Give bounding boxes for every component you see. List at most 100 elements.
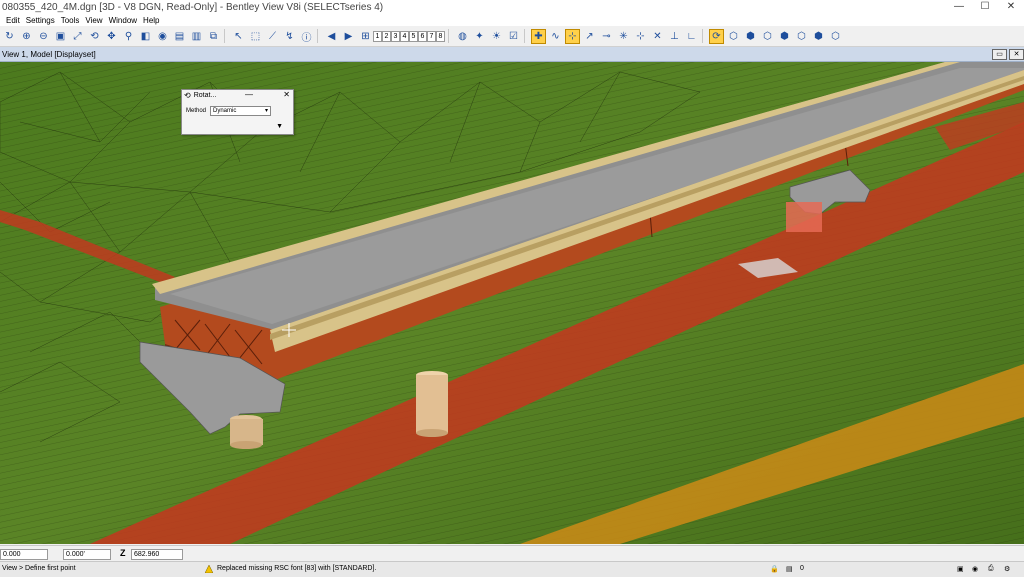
- minimize-button[interactable]: —: [946, 0, 972, 14]
- view-2-button[interactable]: 2: [382, 30, 391, 42]
- center-snap-icon[interactable]: ✳: [616, 29, 631, 44]
- view-close-button[interactable]: ✕: [1009, 49, 1024, 60]
- camera-icon[interactable]: ◉: [155, 29, 170, 44]
- view-attributes-icon[interactable]: ▤: [172, 29, 187, 44]
- front-view-icon[interactable]: ⬢: [743, 29, 758, 44]
- view-4-button[interactable]: 4: [400, 30, 409, 42]
- dialog-close-button[interactable]: ✕: [283, 90, 290, 99]
- perpendicular-snap-icon[interactable]: ∟: [684, 29, 699, 44]
- status-message[interactable]: Replaced missing RSC font [83] with [STA…: [217, 565, 376, 572]
- design-history-icon[interactable]: ◉: [972, 565, 978, 573]
- toolbar-separator: [524, 29, 529, 43]
- level-icon[interactable]: ▤: [786, 565, 793, 573]
- menu-bar: Edit Settings Tools View Window Help: [0, 14, 1024, 26]
- menu-edit[interactable]: Edit: [6, 16, 20, 25]
- settings-icon[interactable]: ⚙: [1004, 565, 1010, 573]
- iso-view-icon[interactable]: ⬢: [777, 29, 792, 44]
- print-icon[interactable]: ⎙: [988, 565, 994, 573]
- toolbar-separator: [448, 29, 453, 43]
- warning-icon: [205, 565, 213, 573]
- y-coordinate-field[interactable]: 0.000': [63, 549, 111, 560]
- z-coordinate-field[interactable]: 682.960: [131, 549, 183, 560]
- view-3-button[interactable]: 3: [391, 30, 400, 42]
- walk-icon[interactable]: ⚲: [121, 29, 136, 44]
- menu-help[interactable]: Help: [143, 16, 159, 25]
- menu-settings[interactable]: Settings: [26, 16, 55, 25]
- window-controls: — ☐ ✕: [946, 0, 1024, 14]
- method-select[interactable]: Dynamic ▾: [210, 106, 271, 116]
- view-1-button[interactable]: 1: [373, 30, 382, 42]
- rotate-view-dialog: ⟲ Rotat... — ✕ Method Dynamic ▾ ▼: [181, 89, 294, 135]
- save-status-icon[interactable]: ▣: [957, 565, 964, 573]
- expand-dialog-button[interactable]: ▼: [276, 123, 283, 130]
- tangent-snap-icon[interactable]: ⊥: [667, 29, 682, 44]
- curve-snap-icon[interactable]: ∿: [548, 29, 563, 44]
- snap-mode-icon[interactable]: ✚: [531, 28, 546, 44]
- lock-icon[interactable]: 🔒: [770, 565, 779, 573]
- view-previous-icon[interactable]: ◧: [138, 29, 153, 44]
- select-element-icon[interactable]: ↖: [231, 29, 246, 44]
- window-area-icon[interactable]: ▣: [53, 29, 68, 44]
- chevron-down-icon: ▾: [264, 108, 268, 114]
- back-view-icon[interactable]: ⬢: [811, 29, 826, 44]
- copy-view-icon[interactable]: ⧉: [206, 29, 221, 44]
- keypoint-snap-icon[interactable]: ⊹: [565, 28, 580, 44]
- toolbar-separator: [702, 29, 707, 43]
- view-8-button[interactable]: 8: [436, 30, 445, 42]
- rotate-view-icon[interactable]: ⟲: [87, 29, 102, 44]
- analyze-icon[interactable]: ↯: [282, 29, 297, 44]
- tool-prompt: View > Define first point: [2, 565, 76, 572]
- info-icon[interactable]: ⓘ: [299, 29, 314, 44]
- window-title: 080355_420_4M.dgn [3D - V8 DGN, Read-Onl…: [2, 1, 384, 13]
- nearest-snap-icon[interactable]: ↗: [582, 29, 597, 44]
- rotate-dialog-icon: ⟲: [184, 91, 191, 100]
- toolbar-separator: [317, 29, 322, 43]
- left-view-icon[interactable]: ⬡: [794, 29, 809, 44]
- view-7-button[interactable]: 7: [427, 30, 436, 42]
- zoom-out-icon[interactable]: ⊖: [36, 29, 51, 44]
- light-icon[interactable]: ☀: [489, 29, 504, 44]
- view-6-button[interactable]: 6: [418, 30, 427, 42]
- menu-window[interactable]: Window: [109, 16, 137, 25]
- active-level[interactable]: 0: [800, 565, 804, 572]
- model-scene: [0, 62, 1024, 544]
- measure-icon[interactable]: ⟋: [265, 29, 280, 44]
- zoom-in-icon[interactable]: ⊕: [19, 29, 34, 44]
- view-restore-button[interactable]: ▭: [992, 49, 1007, 60]
- maximize-button[interactable]: ☐: [972, 0, 998, 14]
- forward-icon[interactable]: ▶: [341, 29, 356, 44]
- view-1-viewport[interactable]: [0, 62, 1024, 544]
- bottom-view-icon[interactable]: ⬡: [828, 29, 843, 44]
- view-title-bar: View 1, Model [Displayset] ▭ ✕: [0, 47, 1024, 62]
- intersection-snap-icon[interactable]: ✕: [650, 29, 665, 44]
- title-bar: 080355_420_4M.dgn [3D - V8 DGN, Read-Onl…: [0, 0, 1024, 14]
- x-coordinate-field[interactable]: 0.000: [0, 549, 48, 560]
- globe-icon[interactable]: ◍: [455, 29, 470, 44]
- menu-view[interactable]: View: [85, 16, 102, 25]
- pan-view-icon[interactable]: ✥: [104, 29, 119, 44]
- origin-snap-icon[interactable]: ⊹: [633, 29, 648, 44]
- top-view-icon[interactable]: ⬡: [726, 29, 741, 44]
- render-icon[interactable]: ✦: [472, 29, 487, 44]
- dialog-title: Rotat...: [193, 92, 217, 99]
- view-5-button[interactable]: 5: [409, 30, 418, 42]
- dialog-minimize-button[interactable]: —: [245, 90, 253, 99]
- midpoint-snap-icon[interactable]: ⊸: [599, 29, 614, 44]
- close-button[interactable]: ✕: [998, 0, 1024, 14]
- right-view-icon[interactable]: ⬡: [760, 29, 775, 44]
- main-toolbar: ↻ ⊕ ⊖ ▣ ⤢ ⟲ ✥ ⚲ ◧ ◉ ▤ ▥ ⧉ ↖ ⬚ ⟋ ↯ ⓘ ◀ ▶ …: [0, 26, 1024, 47]
- view-groups-icon[interactable]: ⊞: [358, 29, 373, 44]
- display-style-icon[interactable]: ▥: [189, 29, 204, 44]
- back-icon[interactable]: ◀: [324, 29, 339, 44]
- fence-icon[interactable]: ⬚: [248, 29, 263, 44]
- column-middle: [416, 371, 448, 437]
- toolbar-separator: [224, 29, 229, 43]
- check-icon[interactable]: ☑: [506, 29, 521, 44]
- fit-view-icon[interactable]: ⤢: [70, 29, 85, 44]
- view-rotation-icon[interactable]: ⟳: [709, 28, 724, 44]
- menu-tools[interactable]: Tools: [61, 16, 80, 25]
- method-label: Method: [186, 108, 207, 114]
- view-title: View 1, Model [Displayset]: [2, 49, 96, 59]
- dialog-header: ⟲ Rotat... — ✕: [182, 90, 293, 101]
- update-view-icon[interactable]: ↻: [2, 29, 17, 44]
